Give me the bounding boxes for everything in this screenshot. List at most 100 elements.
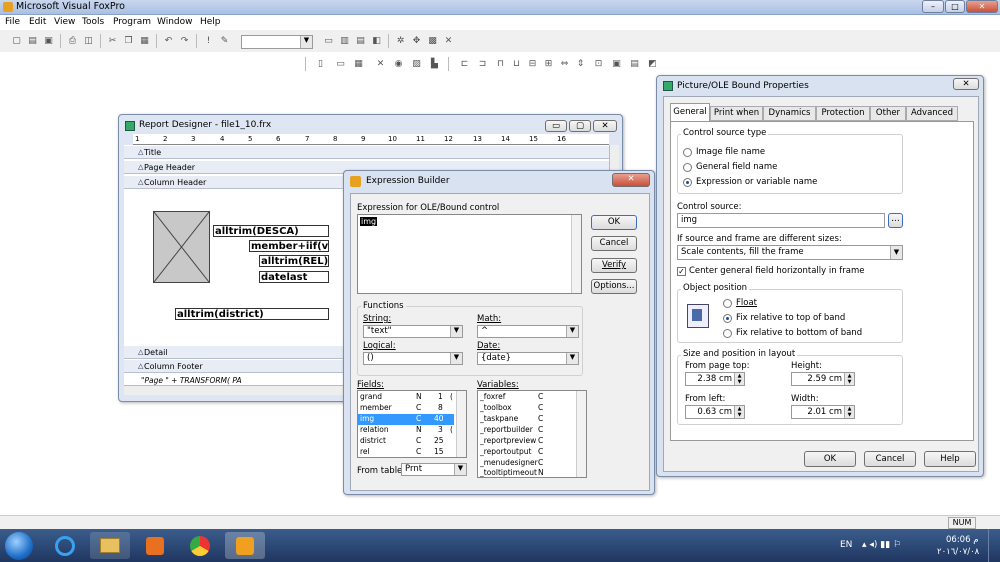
- tools-icon[interactable]: ✕: [442, 35, 455, 47]
- paste-icon[interactable]: ▦: [138, 35, 151, 47]
- show-desktop-button[interactable]: [988, 529, 1000, 562]
- explorer-icon[interactable]: [90, 532, 130, 559]
- from-top-spinner[interactable]: 2.38 cm ▲ ▼: [685, 372, 745, 386]
- wrench-icon[interactable]: ✕: [374, 58, 387, 70]
- cut-icon[interactable]: ✂: [106, 35, 119, 47]
- list-item[interactable]: grand N 1(: [358, 392, 466, 403]
- from-left-spinner[interactable]: 0.63 cm ▲ ▼: [685, 405, 745, 419]
- fields-list[interactable]: grand N 1( member C 8 img C 40 relation N 3( dis…: [357, 390, 467, 458]
- menu-view[interactable]: View: [54, 17, 75, 27]
- open-icon[interactable]: ▤: [26, 35, 39, 47]
- list-item[interactable]: district C 25: [358, 436, 466, 447]
- props-help-button[interactable]: Help: [924, 451, 976, 467]
- color-icon[interactable]: ◉: [392, 58, 405, 70]
- rd-close-button[interactable]: ✕: [593, 120, 617, 132]
- start-button[interactable]: [5, 532, 33, 560]
- list-item[interactable]: rel C 15: [358, 447, 466, 457]
- string-functions-select[interactable]: "text" ▼: [363, 325, 463, 338]
- same-size-icon[interactable]: ⊡: [592, 58, 605, 70]
- maximize-button[interactable]: □: [945, 0, 965, 13]
- list-item[interactable]: _foxref C: [478, 392, 586, 403]
- field-district[interactable]: alltrim(district): [175, 308, 329, 320]
- tab-dynamics[interactable]: Dynamics: [763, 106, 816, 121]
- copy-icon[interactable]: ❐: [122, 35, 135, 47]
- list-item[interactable]: _reportoutput C: [478, 447, 586, 458]
- center-hz-icon[interactable]: ▣: [610, 58, 623, 70]
- tray-icons[interactable]: ▴ ◂) ▮▮ ⚐: [862, 540, 901, 550]
- list-item[interactable]: _toolbox C: [478, 403, 586, 414]
- clock-time[interactable]: 06:06 م: [946, 535, 978, 545]
- form-icon[interactable]: ◧: [370, 35, 383, 47]
- tab-advanced[interactable]: Advanced: [906, 106, 958, 121]
- ole-bound-control[interactable]: [153, 211, 210, 283]
- props-close-button[interactable]: ✕: [953, 78, 979, 90]
- expr-cancel-button[interactable]: Cancel: [591, 236, 637, 251]
- menu-window[interactable]: Window: [157, 17, 193, 27]
- save-icon[interactable]: ▣: [42, 35, 55, 47]
- expr-ok-button[interactable]: OK: [591, 215, 637, 230]
- menu-tools[interactable]: Tools: [82, 17, 104, 27]
- menu-program[interactable]: Program: [113, 17, 151, 27]
- list-item[interactable]: member C 8: [358, 403, 466, 414]
- general-field-radio[interactable]: [683, 163, 692, 172]
- clock-date[interactable]: ٢٠١٦/٠٧/٠٨: [937, 547, 979, 557]
- field-datelast[interactable]: datelast: [259, 271, 329, 283]
- width-spinner[interactable]: 2.01 cm ▲ ▼: [791, 405, 855, 419]
- center-h-icon[interactable]: ⊞: [542, 58, 555, 70]
- print-icon[interactable]: ⎙: [66, 35, 79, 47]
- builder-icon[interactable]: ✥: [410, 35, 423, 47]
- align-left-icon[interactable]: ⊏: [458, 58, 471, 70]
- list-item-selected[interactable]: img C 40: [358, 414, 454, 425]
- list-item[interactable]: relation N 3(: [358, 425, 466, 436]
- logical-functions-select[interactable]: () ▼: [363, 352, 463, 365]
- wizard-icon[interactable]: ✲: [394, 35, 407, 47]
- rd-minimize-button[interactable]: ▭: [545, 120, 567, 132]
- chrome-icon[interactable]: [180, 532, 220, 559]
- tab-print-when[interactable]: Print when: [710, 106, 763, 121]
- font-icon[interactable]: ▨: [410, 58, 423, 70]
- verify-button[interactable]: Verify: [591, 258, 637, 273]
- menu-edit[interactable]: Edit: [29, 17, 46, 27]
- image-file-radio[interactable]: [683, 148, 692, 157]
- field-member[interactable]: member+iif(va: [249, 240, 329, 252]
- close-button[interactable]: ✕: [966, 0, 998, 13]
- same-width-icon[interactable]: ⇔: [558, 58, 571, 70]
- control-source-input[interactable]: img: [677, 213, 885, 228]
- rd-maximize-button[interactable]: ▢: [569, 120, 591, 132]
- tag-icon[interactable]: ▙: [428, 58, 441, 70]
- field-rel[interactable]: alltrim(REL): [259, 255, 329, 267]
- new-icon[interactable]: ▢: [10, 35, 23, 47]
- front-icon[interactable]: ◩: [646, 58, 659, 70]
- from-table-select[interactable]: Prnt ▼: [401, 463, 467, 476]
- align-right-icon[interactable]: ⊐: [476, 58, 489, 70]
- fix-bottom-radio[interactable]: [723, 329, 732, 338]
- list-item[interactable]: _taskpane C: [478, 414, 586, 425]
- center-vt-icon[interactable]: ▤: [628, 58, 641, 70]
- props-cancel-button[interactable]: Cancel: [864, 451, 916, 467]
- expr-close-button[interactable]: ✕: [612, 173, 650, 187]
- band-title[interactable]: Title: [124, 146, 609, 159]
- run-icon[interactable]: !: [202, 35, 215, 47]
- minimize-button[interactable]: –: [922, 0, 944, 13]
- media-player-icon[interactable]: [135, 532, 175, 559]
- expression-radio[interactable]: [683, 178, 692, 187]
- tab-general[interactable]: General: [670, 103, 710, 121]
- cmd-window-icon[interactable]: ▭: [322, 35, 335, 47]
- ie-icon[interactable]: [45, 532, 85, 559]
- db-icon[interactable]: ▥: [338, 35, 351, 47]
- center-checkbox[interactable]: ✓: [677, 267, 686, 276]
- props-ok-button[interactable]: OK: [804, 451, 856, 467]
- options-button[interactable]: Options...: [591, 279, 637, 294]
- height-spinner[interactable]: 2.59 cm ▲ ▼: [791, 372, 855, 386]
- menu-help[interactable]: Help: [200, 17, 221, 27]
- variables-list[interactable]: _foxref C _toolbox C _taskpane C _reportbui…: [477, 390, 587, 478]
- fix-top-radio[interactable]: [723, 314, 732, 323]
- list-item[interactable]: _reportpreview C: [478, 436, 586, 447]
- toolbar-combo[interactable]: ▼: [241, 35, 313, 49]
- align-top-icon[interactable]: ⊓: [494, 58, 507, 70]
- band-icon[interactable]: ▭: [334, 58, 347, 70]
- center-v-icon[interactable]: ⊟: [526, 58, 539, 70]
- frame-size-select[interactable]: Scale contents, fill the frame ▼: [677, 245, 903, 260]
- field-desca[interactable]: alltrim(DESCA): [213, 225, 329, 237]
- date-functions-select[interactable]: {date} ▼: [477, 352, 579, 365]
